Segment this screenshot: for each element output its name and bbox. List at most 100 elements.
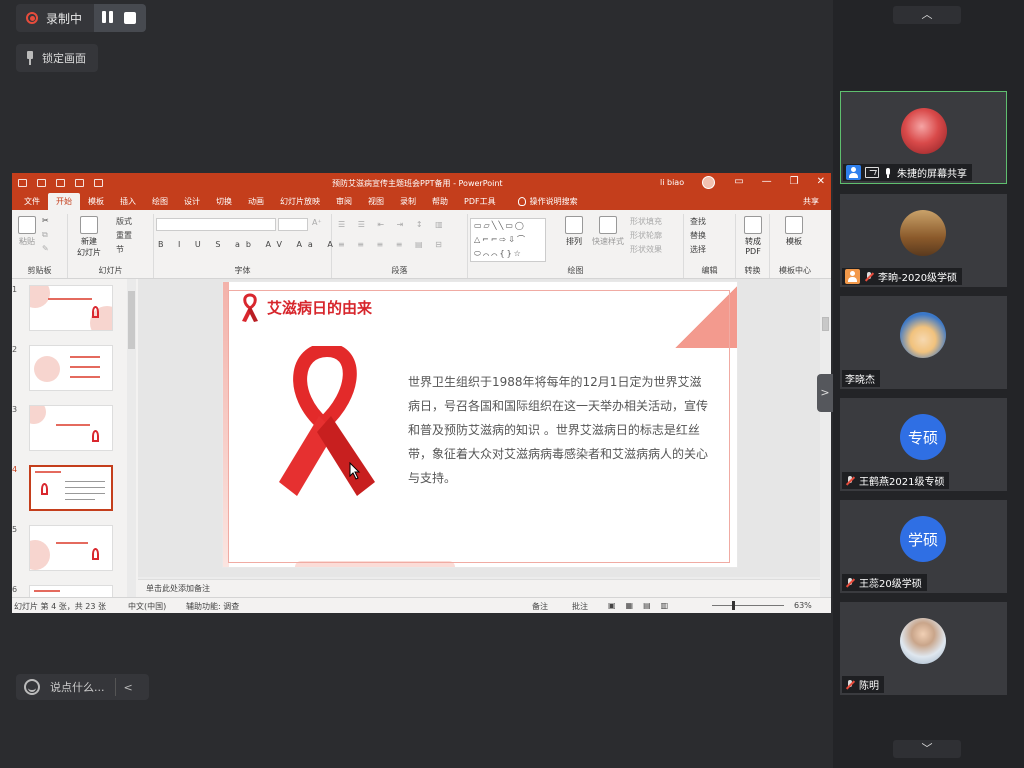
slide-thumbnail-3[interactable] [29,405,113,451]
panel-toggle-icon[interactable]: > [817,374,833,412]
participant-tile[interactable]: 李晓杰 [840,296,1007,389]
find-button[interactable]: 查找 [690,216,706,227]
tab-design[interactable]: 设计 [176,193,208,210]
pause-icon[interactable] [100,11,114,25]
zoom-slider[interactable] [712,605,784,606]
replace-button[interactable]: 替换 [690,230,706,241]
participant-nameplate: 李晌-2020级学硕 [842,268,963,285]
reset-button[interactable]: 重置 [116,230,132,241]
select-button[interactable]: 选择 [690,244,706,255]
language-status[interactable]: 中文(中国) [128,601,166,612]
notes-button[interactable]: 备注 [532,601,548,612]
tab-pdf-tools[interactable]: PDF工具 [456,193,504,210]
pin-icon [26,51,34,65]
accessibility-status[interactable]: 辅助功能: 调查 [186,601,239,612]
ppt-user-avatar[interactable] [702,176,715,189]
tab-help[interactable]: 帮助 [424,193,456,210]
section-button[interactable]: 节 [116,244,124,255]
stop-icon[interactable] [124,12,137,24]
new-slide-button[interactable]: 新建 幻灯片 [72,216,106,258]
slide-thumbnail-5[interactable] [29,525,113,571]
save-icon[interactable] [18,179,27,187]
copy-icon[interactable]: ⧉ [42,230,48,240]
convert-pdf-button[interactable]: 转成 PDF [742,216,764,256]
tab-animations[interactable]: 动画 [240,193,272,210]
tab-template[interactable]: 模板 [80,193,112,210]
quick-styles-button[interactable]: 快速样式 [590,216,626,247]
shape-outline-button[interactable]: 形状轮廓 [630,230,662,241]
tab-review[interactable]: 审阅 [328,193,360,210]
participant-tile[interactable]: 专硕 王鹤燕2021级专硕 [840,398,1007,491]
tab-home[interactable]: 开始 [48,193,80,210]
cut-icon[interactable]: ✂ [42,216,49,225]
tab-draw[interactable]: 绘图 [144,193,176,210]
arrange-button[interactable]: 排列 [562,216,586,247]
thumbnail-scrollbar[interactable] [127,279,136,597]
shape-fill-button[interactable]: 形状填充 [630,216,662,227]
grow-font-icon[interactable]: A⁺ [312,218,322,227]
participant-nameplate: 王蕊20级学硕 [842,574,927,591]
zoom-slider-thumb[interactable] [732,601,735,610]
tab-file[interactable]: 文件 [16,193,48,210]
current-slide[interactable]: 艾滋病日的由来 世界卫生组织于1988年将每年的12月1日定为世界艾滋病日，号召… [222,281,738,568]
mouse-cursor-icon [349,462,361,480]
thumb-number-3: 3 [12,405,18,414]
font-format-buttons[interactable]: B I U S ab AV Aa A [158,240,339,249]
format-painter-icon[interactable]: ✎ [42,244,49,253]
redo-icon[interactable] [56,179,65,187]
minimize-icon[interactable]: — [762,176,772,187]
group-slides: 新建 幻灯片 版式 重置 节 幻灯片 [68,214,154,278]
tab-record[interactable]: 录制 [392,193,424,210]
zoom-level[interactable]: 63% [794,601,812,610]
slide-thumbnail-2[interactable] [29,345,113,391]
font-size-select[interactable] [278,218,308,231]
group-slides-label: 幻灯片 [98,266,123,275]
group-editing-label: 编辑 [701,266,718,275]
quick-styles-icon [599,216,617,234]
view-buttons[interactable]: ▣▦▤▥ [608,601,678,610]
rose-avatar [901,108,947,154]
tab-view[interactable]: 视图 [360,193,392,210]
undo-icon[interactable] [37,179,46,187]
tab-insert[interactable]: 插入 [112,193,144,210]
emoji-icon[interactable] [24,679,40,695]
participant-panel: ︿ 朱捷的屏幕共享 李晌-2020级学硕 李晓杰 专硕 王鹤燕2021级专硕 学… [833,0,1024,768]
participant-tile[interactable]: 陈明 [840,602,1007,695]
participant-tile[interactable]: 李晌-2020级学硕 [840,194,1007,287]
notes-pane[interactable]: 单击此处添加备注 [138,579,820,597]
list-buttons[interactable]: ☰ ☰ ⇤ ⇥ ↕ ▥ [338,220,448,229]
tell-me-search[interactable]: 操作说明搜索 [510,193,586,210]
lock-screen-button[interactable]: 锁定画面 [16,44,98,72]
slide-canvas: 艾滋病日的由来 世界卫生组织于1988年将每年的12月1日定为世界艾滋病日，号召… [138,279,820,577]
align-buttons[interactable]: ≡ ≡ ≡ ≡ ▤ ⊟ [338,240,447,249]
ribbon-display-icon[interactable]: ▭ [734,176,743,187]
participant-tile[interactable]: 学硕 王蕊20级学硕 [840,500,1007,593]
font-name-select[interactable] [156,218,276,231]
comments-button[interactable]: 批注 [572,601,588,612]
shape-effects-button[interactable]: 形状效果 [630,244,662,255]
participant-tile[interactable]: 朱捷的屏幕共享 [840,91,1007,184]
customize-icon[interactable] [94,179,103,187]
layout-button[interactable]: 版式 [116,216,132,227]
shapes-gallery[interactable]: ▭▱╲╲▭◯ △⌐⌐⇨⇩⌒ ⬭⌒⌒{}☆ [470,218,546,262]
scroll-down-icon[interactable]: ﹀ [893,740,961,758]
participant-nameplate: 陈明 [842,676,884,693]
present-icon[interactable] [75,179,84,187]
paste-button[interactable]: 粘贴 [16,216,38,247]
close-icon[interactable]: ✕ [817,176,825,187]
scroll-up-icon[interactable]: ︿ [893,6,961,24]
restore-icon[interactable]: ❐ [790,176,799,187]
thumb-number-2: 2 [12,345,18,354]
shared-powerpoint-window: 预防艾滋病宣传主题班会PPT备用 - PowerPoint li biao ▭ … [12,173,831,613]
tab-slideshow[interactable]: 幻灯片放映 [272,193,328,210]
share-button[interactable]: 共享 [803,196,819,207]
pdf-icon [744,216,762,234]
tab-transitions[interactable]: 切换 [208,193,240,210]
collapse-chat-icon[interactable]: < [124,681,133,694]
recording-label: 录制中 [46,11,83,26]
slide-thumbnail-4[interactable] [29,465,113,511]
chat-input[interactable]: 说点什么... [50,679,105,695]
template-button[interactable]: 模板 [782,216,806,247]
slide-thumbnail-1[interactable] [29,285,113,331]
slide-scrollbar[interactable] [820,279,831,597]
